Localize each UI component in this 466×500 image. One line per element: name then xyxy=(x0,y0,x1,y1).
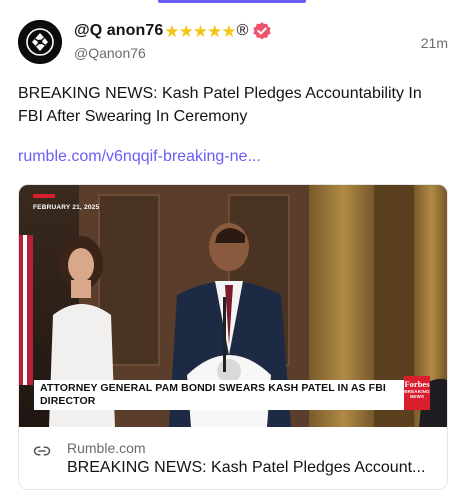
rating-stars: ★★★★★ xyxy=(164,21,236,41)
video-caption-banner: ATTORNEY GENERAL PAM BONDI SWEARS KASH P… xyxy=(34,380,409,410)
video-date-tag: FEBRUARY 21, 2025 xyxy=(33,204,100,211)
link-domain: Rumble.com xyxy=(67,440,146,456)
post-header: @Q anon76 ★★★★★ ® @Qanon76 21m xyxy=(18,18,448,68)
avatar[interactable] xyxy=(18,20,62,64)
name-row: @Q anon76 ★★★★★ ® xyxy=(74,21,272,41)
registered-mark: ® xyxy=(236,22,249,39)
post-text: BREAKING NEWS: Kash Patel Pledges Accoun… xyxy=(18,85,422,125)
display-name[interactable]: @Q anon76 xyxy=(74,22,163,40)
user-handle[interactable]: @Qanon76 xyxy=(74,45,146,61)
forbes-logo: Forbes xyxy=(404,379,430,389)
link-preview-card[interactable]: FEBRUARY 21, 2025 ATTORNEY GENERAL PAM B… xyxy=(18,184,448,490)
video-thumbnail[interactable]: FEBRUARY 21, 2025 ATTORNEY GENERAL PAM B… xyxy=(19,185,447,427)
date-accent-bar xyxy=(33,194,55,198)
verified-badge-icon xyxy=(252,21,272,41)
post-link[interactable]: rumble.com/v6nqqif-breaking-ne... xyxy=(18,148,261,166)
breaking-news-label: BREAKING NEWS xyxy=(404,389,430,399)
video-caption-text: ATTORNEY GENERAL PAM BONDI SWEARS KASH P… xyxy=(40,382,386,407)
link-title[interactable]: BREAKING NEWS: Kash Patel Pledges Accoun… xyxy=(67,459,439,477)
forbes-breaking-news-badge: Forbes BREAKING NEWS xyxy=(404,376,430,410)
link-preview-footer[interactable]: Rumble.com BREAKING NEWS: Kash Patel Ple… xyxy=(19,427,447,489)
active-tab-indicator xyxy=(158,0,306,3)
post-timestamp: 21m xyxy=(420,35,448,51)
link-icon xyxy=(33,442,51,460)
